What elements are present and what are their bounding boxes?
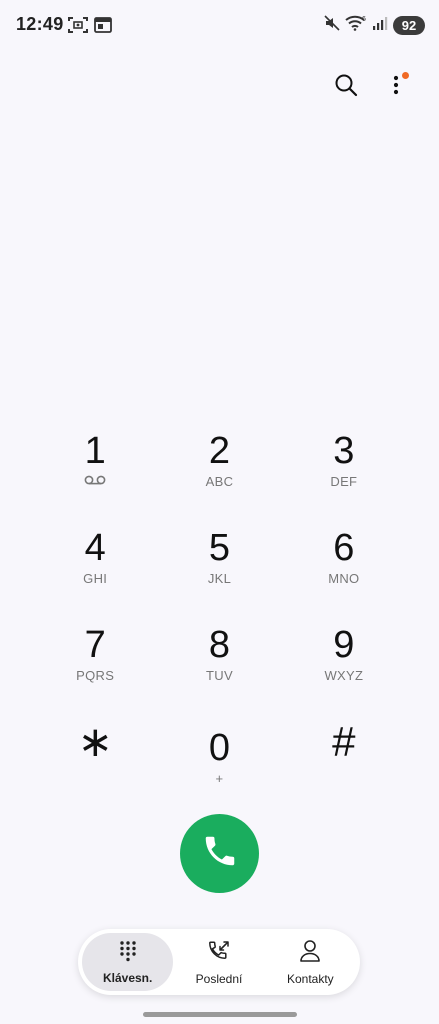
key-9[interactable]: 9 WXYZ [282, 617, 406, 714]
key-7[interactable]: 7 PQRS [33, 617, 157, 714]
notification-dot [402, 72, 409, 79]
battery-badge: 92 [393, 16, 425, 35]
key-digit: ∗ [77, 718, 113, 765]
dialpad-icon [119, 940, 137, 967]
key-letters: WXYZ [324, 668, 364, 683]
key-digit: 8 [208, 624, 231, 666]
key-letters: ABC [205, 474, 234, 489]
voicemail-icon [84, 474, 106, 490]
nav-label: Poslední [195, 971, 243, 986]
call-button[interactable] [180, 814, 259, 893]
status-right-icons: 6 92 [324, 15, 425, 36]
nav-item-contacts[interactable]: Kontakty [265, 933, 356, 991]
nav-label: Kontakty [286, 971, 334, 986]
wifi-icon: 6 [345, 15, 367, 36]
key-digit: 4 [84, 527, 106, 569]
key-8[interactable]: 8 TUV [157, 617, 281, 714]
key-hash[interactable]: # [282, 714, 406, 811]
key-2[interactable]: 2 ABC [157, 423, 281, 520]
key-6[interactable]: 6 MNO [282, 520, 406, 617]
svg-text:6: 6 [362, 16, 366, 23]
screenshot-icon [68, 16, 88, 39]
signal-icon [372, 15, 388, 36]
more-options-button[interactable] [381, 72, 411, 102]
key-letters: PQRS [76, 668, 115, 683]
key-letters: TUV [206, 668, 233, 683]
key-1[interactable]: 1 [33, 423, 157, 520]
status-time: 12:49 [16, 14, 64, 34]
key-letters: + [215, 771, 224, 786]
key-digit: 3 [333, 430, 355, 472]
phone-icon [201, 832, 239, 875]
status-left-icons [68, 16, 112, 39]
key-digit: 5 [208, 527, 231, 569]
dialpad: 1 2 ABC 3 DEF 4 GHI 5 JKL 6 MNO 7 PQRS 8… [33, 423, 406, 811]
nav-item-recents[interactable]: Poslední [173, 933, 264, 991]
key-digit: 0 [208, 727, 231, 769]
key-letters: DEF [330, 474, 358, 489]
key-digit: 7 [84, 624, 106, 666]
key-digit: # [332, 718, 356, 765]
contact-icon [299, 939, 321, 968]
search-button[interactable] [331, 72, 361, 102]
bottom-nav: Klávesn. Poslední Kontakty [78, 929, 360, 995]
key-0[interactable]: 0 + [157, 714, 281, 811]
key-digit: 2 [208, 430, 231, 472]
nav-item-keypad[interactable]: Klávesn. [82, 933, 174, 991]
recent-calls-icon [207, 939, 231, 968]
mute-icon [324, 15, 340, 36]
key-letters: MNO [328, 571, 360, 586]
key-digit: 9 [333, 624, 355, 666]
key-digit: 6 [333, 527, 355, 569]
status-bar: 12:49 6 92 [0, 0, 439, 52]
key-5[interactable]: 5 JKL [157, 520, 281, 617]
home-indicator[interactable] [143, 1012, 297, 1017]
top-actions [331, 72, 411, 102]
key-letters: JKL [207, 571, 232, 586]
key-star[interactable]: ∗ [33, 714, 157, 811]
nav-label: Klávesn. [102, 970, 153, 985]
calendar-widget-icon [94, 16, 112, 39]
key-4[interactable]: 4 GHI [33, 520, 157, 617]
key-3[interactable]: 3 DEF [282, 423, 406, 520]
search-icon [334, 73, 358, 102]
key-digit: 1 [84, 430, 106, 472]
more-options-icon [393, 74, 399, 101]
key-letters: GHI [83, 571, 108, 586]
